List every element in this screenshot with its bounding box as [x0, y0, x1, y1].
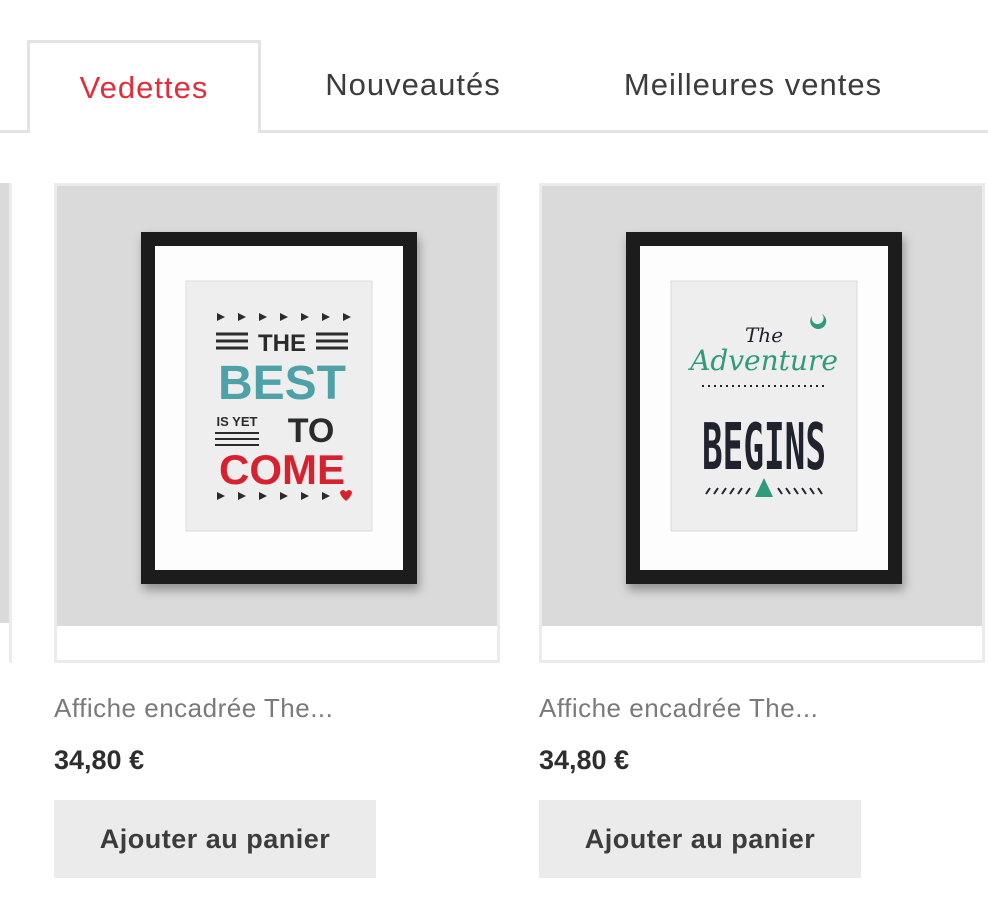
svg-text:Adventure: Adventure — [687, 344, 838, 377]
product-price: 34,80 € — [539, 745, 630, 775]
tab-meilleures-ventes[interactable]: Meilleures ventes — [590, 40, 916, 130]
tab-nouveautes[interactable]: Nouveautés — [295, 40, 531, 130]
svg-text:TO: TO — [288, 412, 335, 450]
product-price: 34,80 € — [54, 745, 145, 775]
product-name[interactable]: Affiche encadrée The... — [54, 693, 333, 724]
tab-vedettes[interactable]: Vedettes — [27, 40, 261, 133]
product-name[interactable]: Affiche encadrée The... — [539, 693, 818, 724]
framed-poster-image: The Adventure BEGINS — [626, 232, 902, 584]
product-thumbnail[interactable]: The Adventure BEGINS — [539, 183, 985, 663]
product-card-partial[interactable] — [0, 183, 12, 663]
svg-text:BEST: BEST — [218, 357, 346, 410]
svg-text:IS YET: IS YET — [217, 414, 258, 429]
svg-text:THE: THE — [258, 330, 306, 357]
framed-poster-image: THE BEST IS YET TO COME — [141, 232, 417, 584]
product-card: THE BEST IS YET TO COME Affiche encadrée… — [54, 183, 500, 878]
add-to-cart-button[interactable]: Ajouter au panier — [54, 800, 376, 878]
product-thumbnail[interactable]: THE BEST IS YET TO COME — [54, 183, 500, 663]
svg-text:COME: COME — [219, 446, 345, 493]
product-card: The Adventure BEGINS Affiche encadrée Th… — [539, 183, 985, 878]
add-to-cart-button[interactable]: Ajouter au panier — [539, 800, 861, 878]
svg-text:BEGINS: BEGINS — [702, 411, 826, 485]
